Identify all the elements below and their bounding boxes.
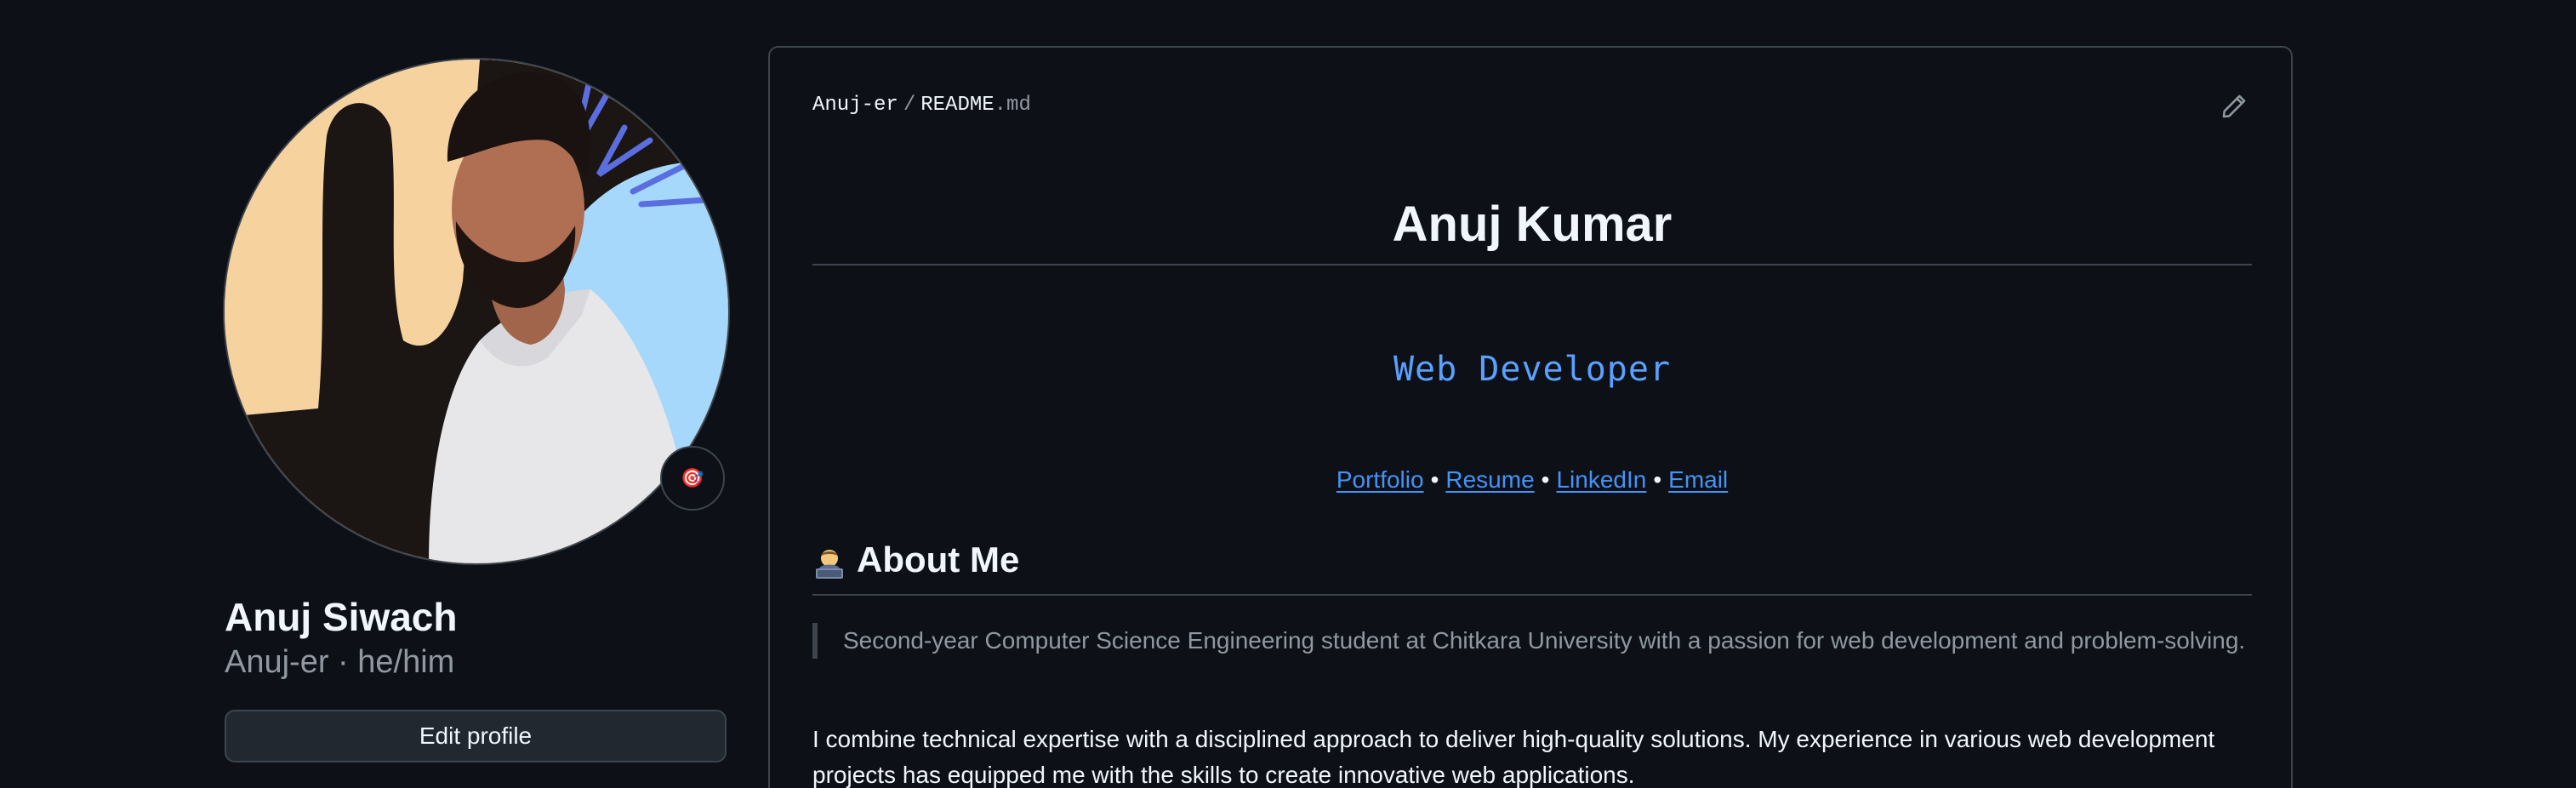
- readme-tagline: Web Developer: [1393, 350, 1672, 389]
- readme-breadcrumb: Anuj-er / README.md: [812, 92, 1031, 119]
- readme-links: Portfolio • Resume • LinkedIn • Email: [812, 461, 2252, 499]
- technologist-emoji-icon: [812, 543, 846, 579]
- readme-owner-link[interactable]: Anuj-er: [812, 94, 898, 117]
- link-separator: •: [1653, 466, 1662, 493]
- about-heading-text: About Me: [857, 540, 1020, 580]
- title-divider: [812, 264, 2252, 266]
- linkedin-link[interactable]: LinkedIn: [1556, 466, 1646, 493]
- readme-card: Anuj-er / README.md Anuj Kumar Web Develop…: [768, 46, 2293, 788]
- readme-file-ext: .md: [994, 94, 1031, 117]
- readme-title: Anuj Kumar: [1392, 197, 1673, 252]
- readme-file-name: README: [920, 94, 994, 117]
- profile-fullname: Anuj Siwach: [225, 595, 458, 639]
- status-badge[interactable]: 🎯: [660, 446, 725, 511]
- link-separator: •: [1430, 466, 1439, 493]
- pencil-icon[interactable]: [2220, 92, 2248, 121]
- about-heading: About Me: [812, 534, 1019, 585]
- edit-profile-button[interactable]: Edit profile: [225, 710, 727, 762]
- status-emoji-icon: 🎯: [681, 467, 704, 488]
- breadcrumb-separator: /: [903, 94, 916, 117]
- avatar[interactable]: [223, 58, 730, 565]
- about-paragraph: I combine technical expertise with a dis…: [812, 726, 2215, 788]
- link-separator: •: [1541, 466, 1550, 493]
- portfolio-link[interactable]: Portfolio: [1336, 466, 1424, 493]
- about-blockquote: Second-year Computer Science Engineering…: [812, 623, 2252, 659]
- about-divider: [812, 594, 2252, 596]
- profile-username-pronouns: Anuj-er · he/him: [225, 644, 455, 680]
- resume-link[interactable]: Resume: [1445, 466, 1534, 493]
- email-link[interactable]: Email: [1668, 466, 1728, 493]
- profile-page: 🎯 Anuj Siwach Anuj-er · he/him Edit prof…: [0, 0, 2576, 788]
- avatar-image: [225, 60, 728, 563]
- avatar-container: 🎯: [223, 58, 730, 565]
